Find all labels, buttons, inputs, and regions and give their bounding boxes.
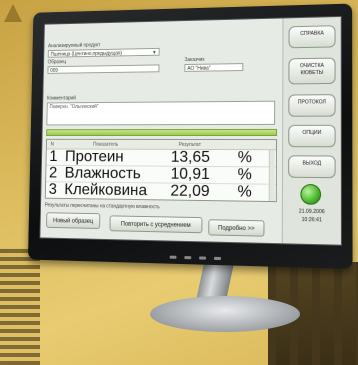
monitor-stand-base bbox=[150, 296, 300, 332]
row-value: 13,65 bbox=[171, 149, 210, 166]
options-button[interactable]: ОПЦИИ bbox=[288, 125, 335, 148]
chevron-down-icon: ▼ bbox=[152, 49, 157, 57]
row-num: 2 bbox=[49, 165, 58, 182]
options-label: ОПЦИИ bbox=[302, 130, 321, 136]
row-value: 22,09 bbox=[170, 183, 209, 201]
customer-label: Заказчик bbox=[184, 57, 204, 63]
clean-cuvette-label: ОЧИСТКА КЮВЕТЫ bbox=[300, 63, 324, 76]
product-label: Анализируемый продукт bbox=[48, 42, 100, 49]
status-indicator-icon bbox=[300, 184, 321, 205]
row-unit: % bbox=[238, 149, 252, 166]
exit-button[interactable]: ВЫХОД bbox=[288, 155, 336, 178]
row-name: Влажность bbox=[65, 165, 141, 182]
customer-value: АО "Нива" bbox=[187, 66, 210, 72]
comment-label: Комментарий bbox=[47, 95, 76, 101]
exit-label: ВЫХОД bbox=[302, 160, 321, 166]
help-label: СПРАВКА bbox=[300, 30, 324, 37]
protocol-button[interactable]: ПРОТОКОЛ bbox=[288, 94, 335, 117]
customer-field[interactable]: АО "Нива" bbox=[184, 63, 243, 72]
sample-label: Образец bbox=[48, 59, 66, 65]
sample-value: 009 bbox=[50, 68, 58, 74]
product-value: Пшеница (Центино,предыдущая) bbox=[51, 51, 122, 58]
table-scrollbar[interactable] bbox=[269, 150, 275, 201]
progress-bar bbox=[46, 129, 277, 136]
footnote: Результаты пересчитаны на стандартную вл… bbox=[45, 203, 160, 211]
row-name: Клейковина bbox=[64, 181, 147, 199]
row-name: Протеин bbox=[65, 149, 124, 166]
row-unit: % bbox=[237, 183, 251, 200]
row-unit: % bbox=[238, 166, 252, 183]
hardware-button-icon[interactable] bbox=[184, 256, 191, 259]
comment-value: Поверхн. "Ольгинский" bbox=[49, 104, 98, 110]
app-screen: Анализируемый продукт Пшеница (Центино,п… bbox=[39, 16, 342, 246]
protocol-label: ПРОТОКОЛ bbox=[298, 99, 326, 105]
hardware-button-icon[interactable] bbox=[170, 256, 177, 259]
sample-field[interactable]: 009 bbox=[47, 64, 159, 73]
monitor: Анализируемый продукт Пшеница (Центино,п… bbox=[28, 4, 353, 270]
new-sample-button[interactable]: Новый образец bbox=[46, 212, 100, 229]
product-select[interactable]: Пшеница (Центино,предыдущая) ▼ bbox=[48, 48, 160, 58]
header-result: Результат bbox=[179, 142, 201, 148]
clean-cuvette-button[interactable]: ОЧИСТКА КЮВЕТЫ bbox=[288, 58, 335, 85]
corner-logo bbox=[2, 2, 24, 24]
date-display: 21.09.2006 bbox=[283, 208, 341, 215]
comment-field[interactable]: Поверхн. "Ольгинский" bbox=[46, 101, 275, 126]
hardware-button-icon[interactable] bbox=[199, 256, 206, 259]
header-indicator: Показатель bbox=[93, 142, 118, 148]
monitor-hardware-buttons bbox=[170, 246, 260, 256]
repeat-average-button[interactable]: Повторить с усреднением bbox=[109, 215, 202, 233]
table-row[interactable]: 3 Клейковина 22,09 % bbox=[46, 181, 276, 201]
header-num: N bbox=[50, 142, 53, 148]
background-film-strip bbox=[0, 248, 40, 365]
side-panel: СПРАВКА ОЧИСТКА КЮВЕТЫ ПРОТОКОЛ ОПЦИИ ВЫ… bbox=[282, 17, 341, 245]
row-num: 3 bbox=[49, 181, 58, 198]
time-display: 10:26:41 bbox=[283, 217, 341, 224]
help-button[interactable]: СПРАВКА bbox=[288, 25, 335, 48]
main-area: Анализируемый продукт Пшеница (Центино,п… bbox=[40, 18, 283, 243]
details-button[interactable]: Подробно >> bbox=[208, 219, 264, 236]
row-value: 10,91 bbox=[171, 166, 210, 183]
hardware-button-icon[interactable] bbox=[214, 257, 221, 260]
results-table: N Показатель Результат 1 Протеин 13,65 %… bbox=[45, 139, 277, 202]
row-num: 1 bbox=[49, 148, 58, 164]
